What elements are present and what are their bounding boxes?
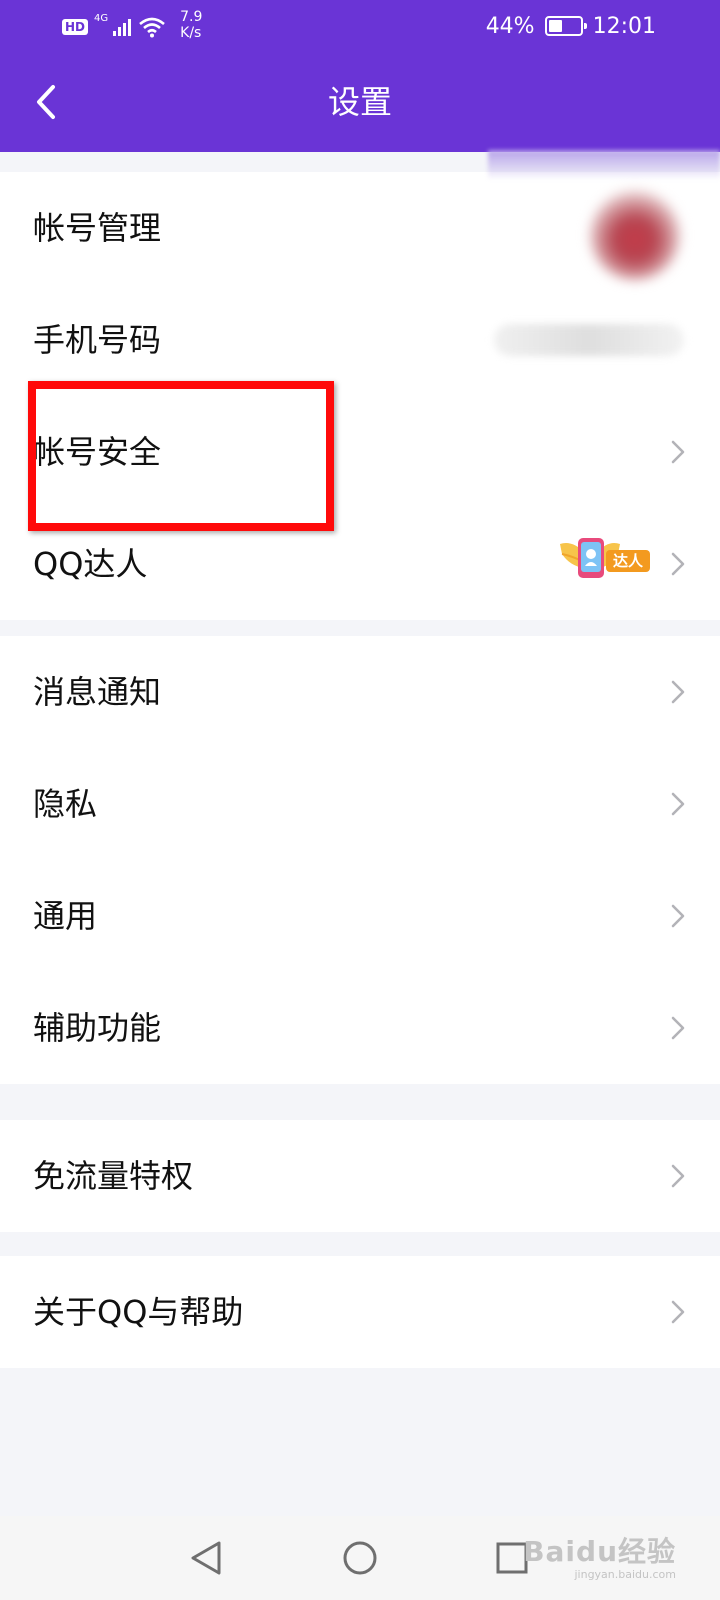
page-title: 设置 bbox=[327, 83, 392, 121]
circle-home-icon bbox=[343, 1541, 377, 1575]
chevron-right-icon bbox=[671, 680, 685, 704]
item-label: 隐私 bbox=[33, 785, 98, 823]
item-label: QQ达人 bbox=[33, 545, 148, 583]
wifi-icon bbox=[139, 17, 165, 38]
account-group: 帐号管理 手机号码 帐号安全 QQ达人 达人 bbox=[0, 172, 720, 620]
status-left: HD 4G 7.9 K/s bbox=[62, 9, 202, 42]
speed-value: 7.9 bbox=[180, 9, 203, 25]
status-right: 44% 12:01 bbox=[486, 12, 656, 40]
clock: 12:01 bbox=[592, 13, 656, 39]
item-label: 帐号安全 bbox=[33, 433, 162, 471]
system-nav-bar: Baidu经验 jingyan.baidu.com bbox=[0, 1516, 720, 1600]
item-label: 通用 bbox=[33, 897, 98, 935]
free-data-item[interactable]: 免流量特权 bbox=[0, 1120, 720, 1232]
about-help-item[interactable]: 关于QQ与帮助 bbox=[0, 1256, 720, 1368]
daren-badge-icon: 达人 bbox=[560, 538, 650, 578]
battery-icon bbox=[544, 16, 587, 36]
nav-home-button[interactable] bbox=[336, 1534, 384, 1582]
item-label: 免流量特权 bbox=[33, 1157, 194, 1195]
account-security-item[interactable]: 帐号安全 bbox=[0, 396, 720, 508]
watermark-brand: Baidu经验 bbox=[523, 1535, 676, 1568]
chevron-right-icon bbox=[671, 1016, 685, 1040]
account-management-item[interactable]: 帐号管理 bbox=[0, 172, 720, 284]
item-label: 帐号管理 bbox=[33, 209, 162, 247]
cellular-signal-icon bbox=[113, 19, 132, 36]
network-speed: 7.9 K/s bbox=[180, 9, 202, 41]
qq-daren-item[interactable]: QQ达人 达人 bbox=[0, 508, 720, 620]
chevron-right-icon bbox=[671, 1300, 685, 1324]
item-label: 辅助功能 bbox=[33, 1009, 162, 1047]
chevron-right-icon bbox=[671, 552, 685, 576]
app-header: 设置 bbox=[0, 52, 720, 152]
blurred-avatar bbox=[590, 190, 680, 280]
settings-group: 消息通知 隐私 通用 辅助功能 bbox=[0, 636, 720, 1084]
chevron-right-icon bbox=[671, 440, 685, 464]
triangle-back-icon bbox=[191, 1541, 221, 1575]
blurred-phone-number bbox=[494, 324, 684, 356]
item-label: 关于QQ与帮助 bbox=[33, 1293, 244, 1331]
general-item[interactable]: 通用 bbox=[0, 860, 720, 972]
blurred-overlay bbox=[488, 150, 720, 180]
item-label: 手机号码 bbox=[33, 321, 162, 359]
nav-back-button[interactable] bbox=[182, 1534, 230, 1582]
phone-number-item[interactable]: 手机号码 bbox=[0, 284, 720, 396]
about-group: 关于QQ与帮助 bbox=[0, 1256, 720, 1368]
watermark-url: jingyan.baidu.com bbox=[574, 1568, 676, 1581]
hd-indicator: HD bbox=[62, 19, 89, 35]
battery-tip bbox=[583, 23, 587, 29]
daren-badge-text: 达人 bbox=[613, 552, 644, 570]
battery-fill bbox=[548, 20, 562, 32]
privacy-item[interactable]: 隐私 bbox=[0, 748, 720, 860]
status-bar: HD 4G 7.9 K/s 44% 12:01 bbox=[0, 0, 720, 52]
chevron-right-icon bbox=[671, 904, 685, 928]
chevron-right-icon bbox=[671, 1164, 685, 1188]
item-label: 消息通知 bbox=[33, 673, 162, 711]
chevron-right-icon bbox=[671, 792, 685, 816]
baidu-watermark: Baidu经验 jingyan.baidu.com bbox=[523, 1536, 676, 1582]
network-type: 4G bbox=[94, 13, 109, 24]
accessibility-item[interactable]: 辅助功能 bbox=[0, 972, 720, 1084]
message-notification-item[interactable]: 消息通知 bbox=[0, 636, 720, 748]
battery-percent: 44% bbox=[485, 13, 535, 39]
data-privilege-group: 免流量特权 bbox=[0, 1120, 720, 1232]
speed-unit: K/s bbox=[180, 25, 202, 41]
